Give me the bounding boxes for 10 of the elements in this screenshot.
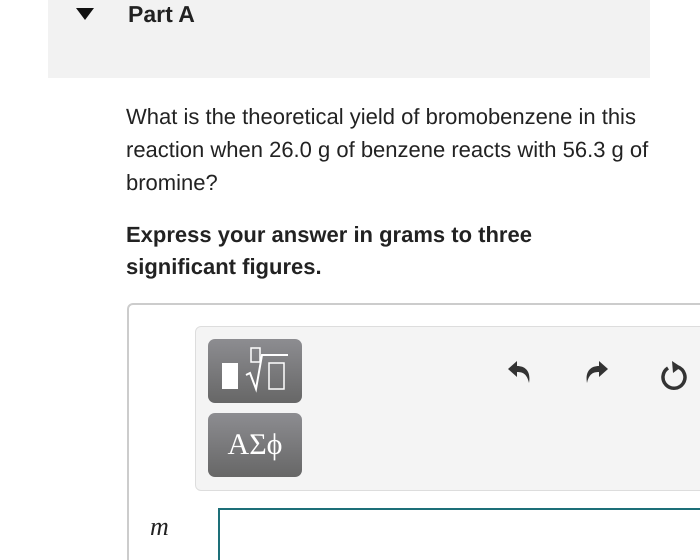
- answer-label: m: [150, 512, 170, 542]
- question-text: What is the theoretical yield of bromobenzene in this reaction when 26.0 g of benzene reacts with 56.3 g of bromine?: [126, 103, 650, 197]
- reset-icon[interactable]: [659, 359, 689, 391]
- caret-icon[interactable]: [76, 8, 94, 20]
- answer-field[interactable]: [218, 508, 700, 560]
- templates-button[interactable]: [208, 339, 302, 403]
- instruction-text: Express your answer in grams to three significant figures.: [126, 221, 533, 281]
- part-header[interactable]: Part A: [48, 0, 650, 78]
- part-title: Part A: [128, 0, 195, 28]
- symbols-button[interactable]: ΑΣϕ: [208, 413, 302, 477]
